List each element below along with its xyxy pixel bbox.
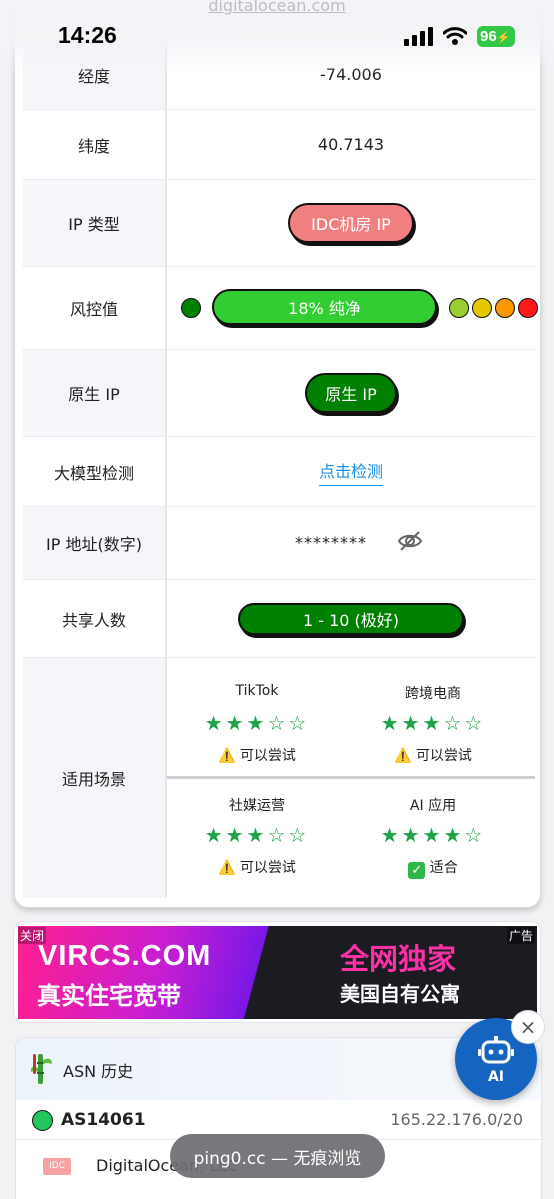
- idc-badge: IDC: [43, 1158, 71, 1175]
- llm-cell: 点击检测: [167, 437, 535, 506]
- ad-line2-left: 真实住宅宽带: [37, 982, 181, 1010]
- shared-users-badge: 1 - 10 (极好): [238, 602, 464, 635]
- close-ai-button[interactable]: ×: [511, 1010, 545, 1044]
- scenario-tiktok: TikTok ★★★☆☆ ⚠️ 可以尝试: [167, 683, 347, 765]
- scenario-stars: ★★★☆☆: [380, 711, 486, 735]
- domain-link[interactable]: digitalocean.com: [0, 0, 554, 15]
- scenario-ai: AI 应用 ★★★★☆ ✓ 适合: [343, 795, 523, 879]
- charging-icon: ⚡: [496, 32, 511, 44]
- ip-type-label: IP 类型: [23, 180, 167, 266]
- ad-line1-right: 全网独家: [340, 942, 457, 976]
- risk-dot-medium: [472, 298, 492, 318]
- battery-indicator: 96⚡: [477, 26, 515, 47]
- shared-row: 共享人数 1 - 10 (极好): [23, 580, 535, 658]
- bamboo-icon: [30, 1054, 52, 1084]
- llm-row: 大模型检测 点击检测: [23, 437, 535, 507]
- robot-icon: [478, 1036, 514, 1064]
- scenario-name: TikTok: [235, 683, 279, 699]
- warning-icon: ⚠️: [394, 748, 412, 764]
- latitude-label: 纬度: [23, 110, 167, 179]
- scenario-status: 可以尝试: [415, 748, 472, 764]
- scenarios-grid: TikTok ★★★☆☆ ⚠️ 可以尝试 跨境电商 ★★★☆☆ ⚠️ 可以尝试 …: [167, 658, 535, 898]
- scenario-social: 社媒运营 ★★★☆☆ ⚠️ 可以尝试: [167, 795, 347, 877]
- shared-cell: 1 - 10 (极好): [167, 580, 535, 657]
- shared-label: 共享人数: [23, 580, 167, 657]
- asn-prefix: 165.22.176.0/20: [390, 1110, 523, 1129]
- native-cell: 原生 IP: [167, 350, 535, 436]
- scenario-name: 跨境电商: [405, 686, 461, 702]
- asn-number: AS14061: [61, 1110, 146, 1130]
- scenario-status: 可以尝试: [239, 748, 296, 764]
- ip-numeric-cell: ********: [167, 507, 535, 579]
- ip-numeric-masked: ********: [295, 533, 367, 552]
- battery-level: 96: [480, 28, 497, 45]
- scenario-cross-border: 跨境电商 ★★★☆☆ ⚠️ 可以尝试: [343, 683, 523, 765]
- warning-icon: ⚠️: [218, 748, 236, 764]
- risk-score-badge: 18% 纯净: [212, 289, 437, 325]
- asn-title: ASN 历史: [63, 1062, 134, 1081]
- cellular-signal-icon: [404, 27, 433, 46]
- latitude-value: 40.7143: [317, 135, 385, 154]
- ip-numeric-row: IP 地址(数字) ********: [23, 507, 535, 580]
- risk-dot-high: [495, 298, 515, 318]
- asn-status-dot: [32, 1110, 53, 1131]
- toast-notification: ping0.cc — 无痕浏览: [170, 1134, 385, 1178]
- ad-image[interactable]: VIRCS.COM 真实住宅宽带 全网独家 美国自有公寓: [18, 926, 537, 1019]
- scenario-status: 适合: [429, 860, 458, 876]
- scenario-name: AI 应用: [409, 798, 457, 814]
- latitude-row: 纬度 40.7143: [23, 110, 535, 180]
- risk-dot-low: [449, 298, 469, 318]
- scenario-divider: [167, 776, 535, 779]
- scenario-stars: ★★★☆☆: [204, 823, 310, 847]
- llm-detect-link[interactable]: 点击检测: [318, 458, 383, 486]
- llm-label: 大模型检测: [23, 437, 167, 506]
- native-badge: 原生 IP: [305, 373, 397, 413]
- risk-row: 风控值 18% 纯净: [23, 267, 538, 350]
- native-label: 原生 IP: [23, 350, 167, 436]
- ad-banner[interactable]: VIRCS.COM 真实住宅宽带 全网独家 美国自有公寓 关闭 广告: [13, 921, 541, 1023]
- ad-line2-right: 美国自有公寓: [340, 982, 460, 1006]
- ip-type-row: IP 类型 IDC机房 IP: [23, 180, 535, 267]
- risk-dot-safe: [181, 298, 201, 318]
- ip-type-badge: IDC机房 IP: [288, 203, 414, 243]
- wifi-icon: [443, 27, 467, 45]
- scenarios-row: 适用场景 TikTok ★★★☆☆ ⚠️ 可以尝试 跨境电商 ★★★☆☆ ⚠️ …: [23, 658, 535, 898]
- ip-info-card: 经度 -74.006 纬度 40.7143 IP 类型 IDC机房 IP 风控值…: [14, 0, 541, 908]
- eye-off-icon[interactable]: [397, 529, 423, 553]
- ad-close-button[interactable]: 关闭: [18, 927, 47, 944]
- check-icon: ✓: [408, 862, 426, 879]
- risk-label: 风控值: [23, 267, 167, 349]
- ip-type-cell: IDC机房 IP: [167, 180, 535, 266]
- scenario-stars: ★★★★☆: [380, 823, 486, 847]
- scenarios-label: 适用场景: [23, 658, 167, 898]
- ad-line1-left: VIRCS.COM: [38, 940, 212, 972]
- native-row: 原生 IP 原生 IP: [23, 350, 535, 437]
- warning-icon: ⚠️: [218, 860, 236, 876]
- ad-tag: 广告: [506, 927, 535, 944]
- ai-button-label: AI: [487, 1069, 505, 1085]
- scenario-status: 可以尝试: [239, 860, 296, 876]
- status-time: 14:26: [58, 22, 117, 48]
- scenario-name: 社媒运营: [229, 798, 285, 814]
- scenario-stars: ★★★☆☆: [204, 711, 310, 735]
- risk-cell: 18% 纯净: [167, 267, 538, 349]
- risk-dot-critical: [518, 298, 538, 318]
- ip-numeric-label: IP 地址(数字): [23, 507, 167, 579]
